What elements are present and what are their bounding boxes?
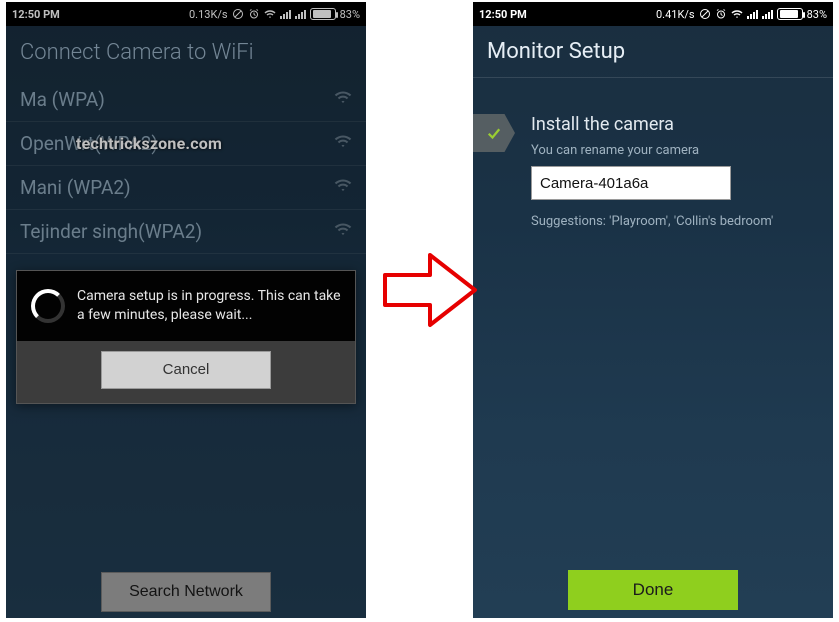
done-button[interactable]: Done [568,570,738,610]
phone-connect-wifi: 12:50 PM 0.13K/s 83% Connect Camera to W… [6,2,366,618]
signal-2-icon [762,9,773,19]
spinner-icon [31,289,65,323]
phone-monitor-setup: 12:50 PM 0.41K/s 83% Monitor Setup Insta… [473,2,833,618]
signal-1-icon [747,9,758,19]
page-title: Monitor Setup [473,26,833,78]
alarm-icon [715,8,727,20]
install-camera-form: Install the camera You can rename your c… [531,114,819,229]
wifi-icon [731,8,743,20]
page-title-text: Monitor Setup [487,39,625,64]
battery-icon [777,8,803,20]
flow-arrow-icon [380,245,480,335]
search-network-button[interactable]: Search Network [101,572,271,612]
cancel-button[interactable]: Cancel [101,351,271,389]
status-bar: 12:50 PM 0.41K/s 83% [473,2,833,26]
form-title: Install the camera [531,114,819,135]
camera-name-input[interactable] [531,166,731,200]
status-right: 0.41K/s 83% [656,8,827,21]
status-time: 12:50 PM [479,8,527,21]
check-icon [485,124,503,142]
battery-pct: 83% [807,8,827,21]
dialog-body: Camera setup is in progress. This can ta… [17,271,355,341]
form-suggestions: Suggestions: 'Playroom', 'Collin's bedro… [531,214,819,229]
step-complete-tab [473,114,515,152]
form-subtitle: You can rename your camera [531,143,819,158]
progress-dialog: Camera setup is in progress. This can ta… [16,270,356,404]
dialog-message: Camera setup is in progress. This can ta… [77,287,341,325]
dnd-icon [699,8,711,20]
status-speed: 0.41K/s [656,8,695,21]
dialog-footer: Cancel [17,341,355,403]
